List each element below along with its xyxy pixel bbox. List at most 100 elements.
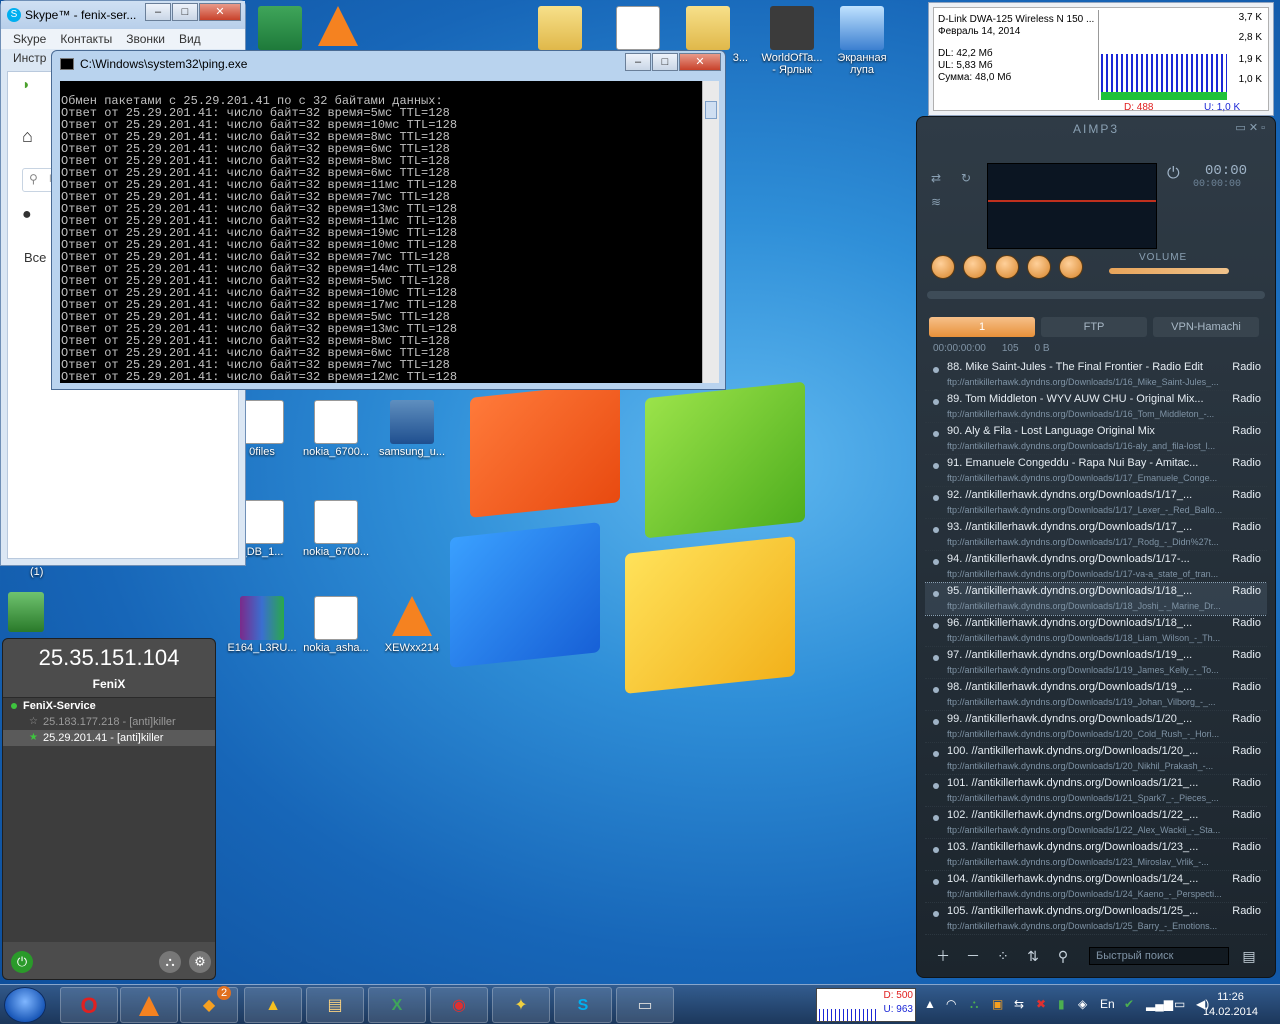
taskbar-triangle-app[interactable]: ▲: [244, 987, 302, 1023]
desktop-icon-vlc-top[interactable]: [298, 6, 378, 52]
peer-row[interactable]: ☆ 25.183.177.218 - [anti]killer: [3, 714, 215, 730]
home-icon[interactable]: ⌂: [22, 126, 33, 147]
playlist-track[interactable]: 91. Emanuele Congeddu - Rapa Nui Bay - A…: [925, 455, 1267, 487]
aimp-repeat-icon[interactable]: ↻: [961, 171, 971, 185]
close-button[interactable]: ✕: [199, 3, 241, 21]
ping-titlebar[interactable]: C:\Windows\system32\ping.exe – □ ✕: [52, 51, 725, 77]
menu-contacts[interactable]: Контакты: [60, 32, 112, 46]
scrollbar-thumb[interactable]: [705, 101, 717, 119]
volume-slider[interactable]: [1109, 268, 1229, 274]
taskbar-vlc[interactable]: [120, 987, 178, 1023]
language-indicator[interactable]: En: [1100, 997, 1115, 1011]
playlist-file-icon[interactable]: ▤: [1239, 947, 1259, 965]
signal-icon[interactable]: ▂▄▆: [1146, 997, 1173, 1011]
menu-view[interactable]: Вид: [179, 32, 201, 46]
desktop-icon-nokia-6700-b[interactable]: nokia_6700...: [296, 500, 376, 558]
settings-button[interactable]: ⚙: [189, 951, 211, 973]
tab-vpn-hamachi[interactable]: VPN-Hamachi: [1153, 317, 1259, 337]
desktop-icon-worldoftanks[interactable]: WorldOfTa... - Ярлык: [752, 6, 832, 76]
playlist-track[interactable]: 105. //antikillerhawk.dyndns.org/Downloa…: [925, 903, 1267, 935]
maximize-button[interactable]: □: [652, 53, 678, 71]
taskbar-badge-app[interactable]: ◆ 2: [180, 986, 238, 1023]
desktop-icon-samsung[interactable]: samsung_u...: [372, 400, 452, 458]
ping-console-window[interactable]: C:\Windows\system32\ping.exe – □ ✕ Обмен…: [51, 50, 726, 390]
playlist-track[interactable]: 98. //antikillerhawk.dyndns.org/Download…: [925, 679, 1267, 711]
playlist-track[interactable]: 88. Mike Saint-Jules - The Final Frontie…: [925, 359, 1267, 391]
hamachi-panel[interactable]: 25.35.151.104 FeniX FeniX-Service ☆ 25.1…: [2, 638, 216, 980]
playlist-track[interactable]: 96. //antikillerhawk.dyndns.org/Download…: [925, 615, 1267, 647]
play-button[interactable]: [963, 255, 987, 279]
tray-expand-icon[interactable]: ▲: [924, 997, 936, 1011]
taskbar-skype[interactable]: S: [554, 987, 612, 1023]
seek-bar[interactable]: [927, 291, 1265, 299]
quick-search-input[interactable]: Быстрый поиск: [1089, 947, 1229, 965]
playlist-track[interactable]: 104. //antikillerhawk.dyndns.org/Downloa…: [925, 871, 1267, 903]
playlist[interactable]: 88. Mike Saint-Jules - The Final Frontie…: [925, 359, 1267, 945]
prev-button[interactable]: [931, 255, 955, 279]
desktop-icon-xewxx214[interactable]: XEWxx214: [372, 596, 452, 654]
tab-ftp[interactable]: FTP: [1041, 317, 1147, 337]
playlist-track[interactable]: 90. Aly & Fila - Lost Language Original …: [925, 423, 1267, 455]
console-scrollbar[interactable]: [702, 81, 719, 383]
menu-calls[interactable]: Звонки: [126, 32, 165, 46]
start-button[interactable]: [4, 987, 46, 1023]
all-contacts-filter[interactable]: Все: [24, 250, 46, 265]
playlist-track[interactable]: 101. //antikillerhawk.dyndns.org/Downloa…: [925, 775, 1267, 807]
contacts-icon[interactable]: ●: [22, 206, 32, 224]
tray-app3-icon[interactable]: ✖: [1036, 997, 1046, 1011]
playlist-track[interactable]: 103. //antikillerhawk.dyndns.org/Downloa…: [925, 839, 1267, 871]
remove-icon[interactable]: －: [963, 947, 983, 965]
add-icon[interactable]: ＋: [933, 947, 953, 965]
peer-row-selected[interactable]: ★ 25.29.201.41 - [anti]killer: [3, 730, 215, 746]
aimp-eq-icon[interactable]: ≋: [931, 195, 941, 209]
pause-button[interactable]: [995, 255, 1019, 279]
playlist-track[interactable]: 99. //antikillerhawk.dyndns.org/Download…: [925, 711, 1267, 743]
security-icon[interactable]: ✔: [1124, 997, 1134, 1011]
playlist-track[interactable]: 92. //antikillerhawk.dyndns.org/Download…: [925, 487, 1267, 519]
search-icon[interactable]: ⚲: [1053, 947, 1073, 965]
playlist-track[interactable]: 95. //antikillerhawk.dyndns.org/Download…: [925, 582, 1267, 616]
aimp-player-window[interactable]: AIMP3 ▭ ✕ ▫ ⇄ ↻ ≋ ⏻ 00:00 00:00:00 VOLUM…: [916, 116, 1276, 978]
menu-skype[interactable]: Skype: [13, 32, 46, 46]
playlist-track[interactable]: 102. //antikillerhawk.dyndns.org/Downloa…: [925, 807, 1267, 839]
taskbar-console[interactable]: ▭: [616, 987, 674, 1023]
taskbar-excel[interactable]: X: [368, 987, 426, 1023]
tray-traffic-graph[interactable]: D: 500 U: 963: [816, 988, 916, 1022]
playlist-track[interactable]: 89. Tom Middleton - WYV AUW CHU - Origin…: [925, 391, 1267, 423]
desktop-icon-doc-top[interactable]: [598, 6, 678, 52]
minimize-button[interactable]: –: [625, 53, 651, 71]
monitor-icon[interactable]: ▭: [1174, 997, 1185, 1011]
playlist-track[interactable]: 94. //antikillerhawk.dyndns.org/Download…: [925, 551, 1267, 583]
desktop-icon-nokia-asha[interactable]: nokia_asha...: [296, 596, 376, 654]
wifi-icon[interactable]: ◠: [946, 997, 956, 1011]
taskbar-opera[interactable]: O: [60, 987, 118, 1023]
aimp-window-controls[interactable]: ▭ ✕ ▫: [1235, 121, 1265, 134]
desktop-icon-tool[interactable]: [0, 592, 56, 634]
maximize-button[interactable]: □: [172, 3, 198, 21]
tray-clock[interactable]: 11:26 14.02.2014: [1203, 990, 1258, 1020]
network-icon[interactable]: ⛬: [970, 997, 978, 1012]
power-button[interactable]: ⏻: [11, 951, 33, 973]
tray-app2-icon[interactable]: ⇆: [1014, 997, 1024, 1011]
taskbar-emblem-app[interactable]: ✦: [492, 987, 550, 1023]
skype-titlebar[interactable]: S Skype™ - fenix-ser... – □ ✕: [1, 1, 245, 29]
traffic-monitor-widget[interactable]: D-Link DWA-125 Wireless N 150 ... Феврал…: [928, 2, 1274, 116]
minimize-button[interactable]: –: [145, 3, 171, 21]
playlist-track[interactable]: 100. //antikillerhawk.dyndns.org/Downloa…: [925, 743, 1267, 775]
status-icon[interactable]: ◗: [22, 76, 42, 92]
sort-icon[interactable]: ⇅: [1023, 947, 1043, 965]
stop-button[interactable]: [1027, 255, 1051, 279]
tab-playlist-1[interactable]: 1: [929, 317, 1035, 337]
network-button[interactable]: ⛬: [159, 951, 181, 973]
playlist-track[interactable]: 93. //antikillerhawk.dyndns.org/Download…: [925, 519, 1267, 551]
next-button[interactable]: [1059, 255, 1083, 279]
close-button[interactable]: ✕: [679, 53, 721, 71]
misc-icon[interactable]: ⁘: [993, 947, 1013, 965]
tray-app4-icon[interactable]: ▮: [1058, 997, 1065, 1011]
desktop-icon-folder-1[interactable]: [520, 6, 600, 52]
tray-app-icon[interactable]: ▣: [992, 997, 1003, 1011]
taskbar-explorer[interactable]: ▤: [306, 987, 364, 1023]
network-group[interactable]: FeniX-Service: [3, 698, 215, 714]
taskbar-red-app[interactable]: ◉: [430, 987, 488, 1023]
aimp-shuffle-icon[interactable]: ⇄: [931, 171, 941, 185]
